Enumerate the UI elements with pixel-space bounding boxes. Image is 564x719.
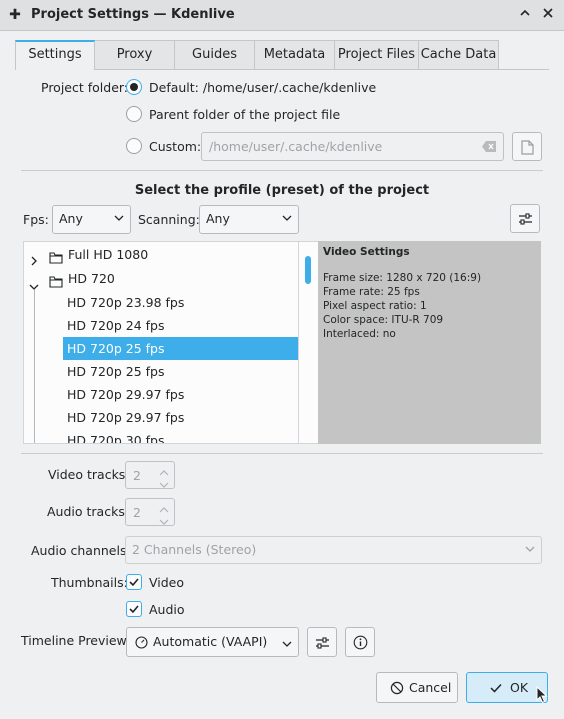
window-title: Project Settings — Kdenlive xyxy=(31,7,235,22)
tab-guides[interactable]: Guides xyxy=(174,40,255,70)
profile-settings-button[interactable] xyxy=(510,204,540,233)
title-bar: ✚ Project Settings — Kdenlive xyxy=(0,0,564,31)
frame-size-text: Frame size: 1280 x 720 (16:9) xyxy=(323,272,482,284)
scanning-combo[interactable]: Any xyxy=(199,205,299,234)
info-icon xyxy=(353,635,368,653)
timeline-preview-label: Timeline Preview: xyxy=(21,633,131,648)
gauge-icon xyxy=(135,636,148,652)
fps-label: Fps: xyxy=(23,212,49,227)
spin-down-icon[interactable] xyxy=(159,514,169,529)
thumbnails-video-checkbox[interactable] xyxy=(126,574,142,590)
checkmark-icon xyxy=(489,681,503,698)
tree-item-label: HD 720p 29.97 fps xyxy=(67,387,185,402)
pixel-aspect-text: Pixel aspect ratio: 1 xyxy=(323,300,427,312)
scanning-combo-value: Any xyxy=(206,211,230,226)
thumbnails-audio-label[interactable]: Audio xyxy=(149,602,185,617)
tree-item[interactable]: HD 720p 29.97 fps xyxy=(24,383,298,406)
video-settings-panel: Video Settings Frame size: 1280 x 720 (1… xyxy=(318,241,541,444)
tree-folder-hd-720[interactable]: HD 720 xyxy=(24,267,298,290)
tree-item[interactable]: HD 720p 23.98 fps xyxy=(24,291,298,314)
collapse-icon[interactable] xyxy=(516,6,534,24)
audio-tracks-label: Audio tracks: xyxy=(47,504,130,519)
timeline-preview-info-button[interactable] xyxy=(345,627,375,657)
chevron-down-icon xyxy=(282,637,292,647)
radio-parent-folder[interactable] xyxy=(126,106,142,122)
timeline-preview-settings-button[interactable] xyxy=(307,627,337,657)
parent-folder-label[interactable]: Parent folder of the project file xyxy=(149,107,340,122)
tree-item-label: HD 720p 30 fps xyxy=(67,433,165,444)
tree-scrollbar-handle[interactable] xyxy=(305,256,311,284)
thumbnails-label: Thumbnails: xyxy=(51,575,128,590)
project-folder-label: Project folder: xyxy=(41,80,129,95)
chevron-down-icon xyxy=(282,211,292,221)
radio-default-folder[interactable] xyxy=(126,79,142,95)
interlaced-text: Interlaced: no xyxy=(323,328,396,340)
thumbnails-audio-checkbox[interactable] xyxy=(126,601,142,617)
pin-icon[interactable]: ✚ xyxy=(6,6,24,24)
custom-folder-label[interactable]: Custom: xyxy=(149,139,201,154)
timeline-preview-combo[interactable]: Automatic (VAAPI) xyxy=(126,627,299,657)
close-icon[interactable] xyxy=(539,6,557,24)
separator xyxy=(21,170,543,171)
color-space-text: Color space: ITU-R 709 xyxy=(323,314,444,326)
sliders-icon xyxy=(315,636,330,653)
fps-combo-value: Any xyxy=(59,211,83,226)
video-tracks-label: Video tracks: xyxy=(48,467,130,482)
thumbnails-video-label[interactable]: Video xyxy=(149,575,184,590)
tab-panel-border xyxy=(15,69,549,70)
tree-item-label: HD 720p 25 fps xyxy=(67,341,165,356)
tree-item[interactable]: HD 720p 30 fps xyxy=(24,429,298,444)
video-tracks-spinbox[interactable]: 2 xyxy=(125,461,175,489)
custom-folder-value: /home/user/.cache/kdenlive xyxy=(209,139,383,154)
video-settings-heading: Video Settings xyxy=(323,246,410,258)
tab-project-files[interactable]: Project Files xyxy=(334,40,419,70)
separator xyxy=(21,453,543,454)
tree-item-selected[interactable]: HD 720p 25 fps xyxy=(63,337,298,360)
tree-item-label: Full HD 1080 xyxy=(68,247,149,262)
video-tracks-value: 2 xyxy=(133,468,141,483)
cancel-button[interactable]: Cancel xyxy=(376,672,458,703)
tree-item-label: HD 720p 25 fps xyxy=(67,364,165,379)
profile-tree[interactable]: Full HD 1080 HD 720 HD 720p 23.98 fps HD… xyxy=(23,241,319,444)
sliders-icon xyxy=(518,212,533,229)
scrollbar-track-border xyxy=(298,242,299,443)
audio-channels-value: 2 Channels (Stereo) xyxy=(132,542,257,557)
profile-heading: Select the profile (preset) of the proje… xyxy=(134,183,430,198)
audio-channels-label: Audio channels: xyxy=(31,543,131,558)
audio-tracks-value: 2 xyxy=(133,505,141,520)
ok-button-label: OK xyxy=(510,680,529,695)
tab-proxy[interactable]: Proxy xyxy=(94,40,175,70)
tree-item-label: HD 720p 23.98 fps xyxy=(67,295,185,310)
radio-custom-folder[interactable] xyxy=(126,138,142,154)
tree-item[interactable]: HD 720p 25 fps xyxy=(24,360,298,383)
browse-folder-button[interactable] xyxy=(512,132,542,161)
tab-cache-data[interactable]: Cache Data xyxy=(418,40,499,70)
cancel-icon xyxy=(390,681,404,698)
tree-folder-full-hd-1080[interactable]: Full HD 1080 xyxy=(24,243,298,266)
default-folder-label[interactable]: Default: /home/user/.cache/kdenlive xyxy=(149,80,376,95)
tree-item-label: HD 720 xyxy=(68,271,115,286)
timeline-preview-value: Automatic (VAAPI) xyxy=(153,634,268,649)
custom-folder-input[interactable]: /home/user/.cache/kdenlive xyxy=(201,132,504,161)
tab-metadata[interactable]: Metadata xyxy=(254,40,335,70)
chevron-down-icon xyxy=(114,211,124,221)
cancel-button-label: Cancel xyxy=(409,680,452,695)
frame-rate-text: Frame rate: 25 fps xyxy=(323,286,420,298)
audio-channels-combo[interactable]: 2 Channels (Stereo) xyxy=(125,536,542,564)
fps-combo[interactable]: Any xyxy=(52,205,131,234)
scanning-label: Scanning: xyxy=(138,212,200,227)
tree-item-label: HD 720p 24 fps xyxy=(67,318,165,333)
tab-settings[interactable]: Settings xyxy=(15,40,95,70)
mouse-cursor-icon xyxy=(536,685,548,707)
tree-item[interactable]: HD 720p 24 fps xyxy=(24,314,298,337)
audio-tracks-spinbox[interactable]: 2 xyxy=(125,498,175,526)
spin-down-icon[interactable] xyxy=(159,477,169,492)
chevron-down-icon xyxy=(525,542,535,552)
clear-text-icon[interactable] xyxy=(481,140,497,156)
tree-item[interactable]: HD 720p 29.97 fps xyxy=(24,406,298,429)
document-open-icon xyxy=(521,140,534,158)
tree-item-label: HD 720p 29.97 fps xyxy=(67,410,185,425)
